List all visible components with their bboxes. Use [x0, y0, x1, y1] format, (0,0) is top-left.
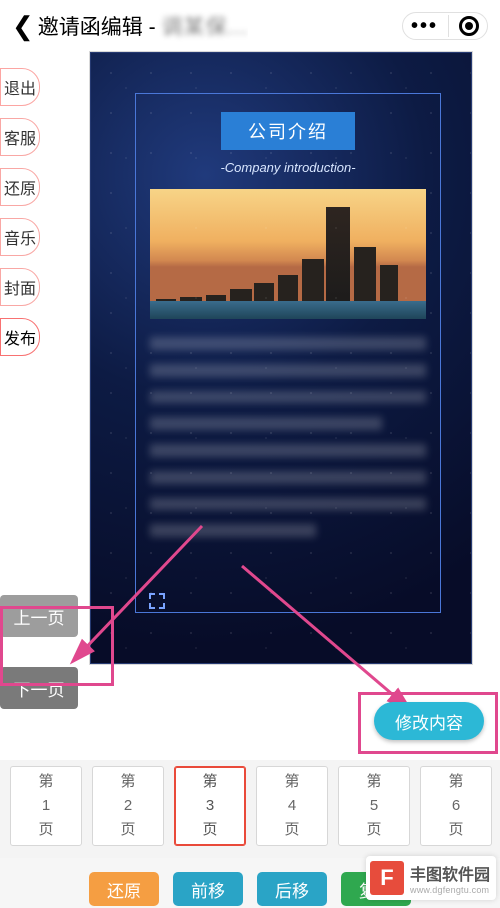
page-thumb-6[interactable]: 第6页 [420, 766, 492, 846]
more-icon[interactable]: ••• [411, 22, 438, 30]
sidebar-item-exit[interactable]: 退出 [0, 68, 40, 106]
sidebar-item-restore[interactable]: 还原 [0, 168, 40, 206]
btn-label: 后移 [275, 877, 309, 902]
sidebar-item-label: 封面 [4, 275, 36, 299]
annotation-box-next [0, 606, 114, 686]
capsule-menu: ••• [402, 12, 488, 40]
sidebar-item-music[interactable]: 音乐 [0, 218, 40, 256]
close-miniprogram-icon[interactable] [459, 16, 479, 36]
selection-handle[interactable] [149, 593, 165, 609]
modify-label: 修改内容 [395, 709, 463, 734]
sidebar-item-cover[interactable]: 封面 [0, 268, 40, 306]
separator [448, 15, 449, 37]
watermark-url: www.dgfengtu.com [410, 885, 490, 895]
page-thumb-3[interactable]: 第3页 [174, 766, 246, 846]
title-area: ❮ 邀请函编辑 - 调某保... [12, 11, 248, 42]
move-forward-button[interactable]: 前移 [173, 872, 243, 906]
sidebar-item-label: 音乐 [4, 225, 36, 249]
btn-label: 前移 [191, 877, 225, 902]
content-card[interactable]: 公司介绍 -Company introduction- [135, 93, 441, 613]
watermark-text: 丰图软件园 www.dgfengtu.com [410, 861, 490, 895]
page-thumb-4[interactable]: 第4页 [256, 766, 328, 846]
editor-stage: 退出 客服 还原 音乐 封面 发布 公司介绍 -Company introduc… [0, 52, 500, 672]
sidebar-item-label: 发布 [4, 325, 36, 349]
watermark: F 丰图软件园 www.dgfengtu.com [366, 856, 496, 900]
cover-image[interactable] [150, 189, 426, 319]
back-icon[interactable]: ❮ [12, 11, 34, 42]
modify-content-button[interactable]: 修改内容 [374, 702, 484, 740]
sidebar: 退出 客服 还原 音乐 封面 发布 [0, 68, 40, 356]
title-main: 邀请函编辑 - [38, 16, 162, 39]
section-subtitle[interactable]: -Company introduction- [150, 160, 426, 175]
watermark-logo-icon: F [370, 861, 404, 895]
watermark-name: 丰图软件园 [410, 867, 490, 884]
page-thumb-2[interactable]: 第2页 [92, 766, 164, 846]
edit-canvas[interactable]: 公司介绍 -Company introduction- [90, 52, 472, 664]
sidebar-item-label: 还原 [4, 175, 36, 199]
body-text-block[interactable] [150, 337, 426, 537]
sidebar-item-label: 退出 [4, 75, 36, 99]
page-thumbnail-strip[interactable]: 第1页 第2页 第3页 第4页 第5页 第6页 [0, 760, 500, 862]
title-tail: 调某保... [161, 16, 248, 39]
page-title: 邀请函编辑 - 调某保... [38, 11, 248, 41]
btn-label: 还原 [107, 877, 141, 902]
sidebar-item-label: 客服 [4, 125, 36, 149]
sidebar-item-support[interactable]: 客服 [0, 118, 40, 156]
page-thumb-5[interactable]: 第5页 [338, 766, 410, 846]
move-backward-button[interactable]: 后移 [257, 872, 327, 906]
sidebar-item-publish[interactable]: 发布 [0, 318, 40, 356]
restore-button[interactable]: 还原 [89, 872, 159, 906]
title-bar: ❮ 邀请函编辑 - 调某保... ••• [0, 0, 500, 52]
section-badge[interactable]: 公司介绍 [221, 112, 355, 150]
page-thumb-1[interactable]: 第1页 [10, 766, 82, 846]
